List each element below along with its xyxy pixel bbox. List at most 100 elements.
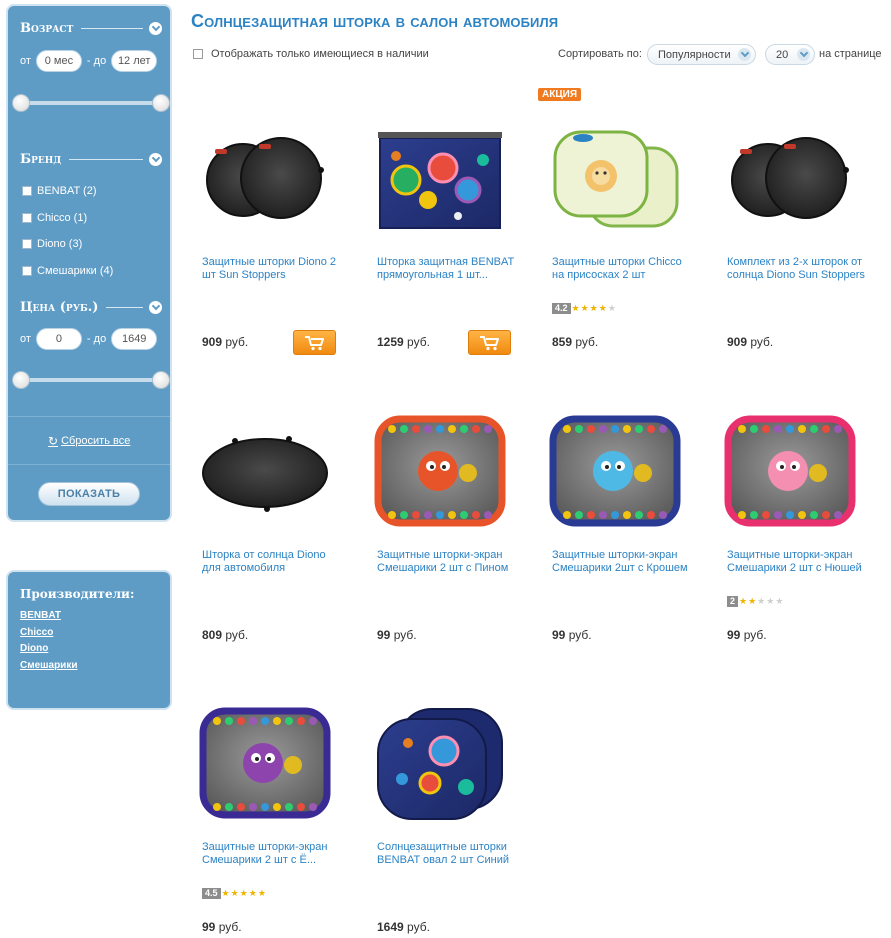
star-icon: ★ — [230, 888, 239, 898]
in-stock-filter[interactable]: Отображать только имеющиеся в наличии — [193, 48, 429, 60]
price-range: от 0 - до 1649 — [20, 328, 162, 350]
brand-filter-header[interactable]: Бренд — [20, 152, 162, 167]
product-price: 1649 руб. — [377, 920, 430, 934]
currency-label: руб. — [225, 628, 249, 642]
add-to-cart-button[interactable] — [468, 330, 511, 355]
chevron-down-icon[interactable] — [149, 301, 162, 314]
currency-label: руб. — [393, 628, 417, 642]
product-card[interactable]: Шторка от солнца Diono для автомобиля 809… — [193, 381, 353, 661]
product-price: 99 руб. — [552, 628, 592, 642]
price-slider-max-handle[interactable] — [152, 371, 170, 389]
price-value: 1649 — [377, 920, 404, 934]
brand-option-smeshariki[interactable]: Смешарики (4) — [22, 258, 113, 285]
age-max-input[interactable]: 12 лет — [111, 50, 158, 72]
product-title-link[interactable]: Защитные шторки-экран Смешарики 2 шт с П… — [377, 549, 519, 575]
price-filter-header[interactable]: Цена (руб.) — [20, 300, 162, 315]
manufacturer-link-chicco[interactable]: Chicco — [20, 627, 78, 644]
age-slider[interactable] — [12, 94, 170, 112]
product-image[interactable] — [368, 703, 513, 821]
brand-option-benbat[interactable]: BENBAT (2) — [22, 178, 113, 205]
product-card[interactable]: Защитные шторки-экран Смешарики 2 шт с Н… — [718, 381, 878, 661]
product-title-link[interactable]: Защитные шторки Chicco на присосках 2 шт — [552, 256, 694, 282]
checkbox[interactable] — [22, 265, 32, 276]
product-image[interactable] — [193, 118, 338, 236]
product-title-link[interactable]: Защитные шторки-экран Смешарики 2шт с Кр… — [552, 549, 694, 575]
chevron-down-icon — [797, 48, 810, 61]
refresh-icon: ↻ — [48, 434, 59, 448]
product-price: 909 руб. — [202, 335, 248, 349]
product-image[interactable] — [543, 411, 688, 529]
checkbox[interactable] — [22, 186, 32, 197]
price-to-label: - до — [86, 333, 107, 345]
per-page-select[interactable]: 20 — [765, 44, 815, 65]
product-title-link[interactable]: Защитные шторки-экран Смешарики 2 шт с Ё… — [202, 841, 344, 867]
checkbox[interactable] — [193, 49, 203, 59]
rating-score: 4.5 — [202, 888, 221, 899]
chevron-down-icon[interactable] — [149, 22, 162, 35]
product-price: 859 руб. — [552, 335, 598, 349]
checkbox[interactable] — [22, 239, 32, 250]
manufacturer-link-benbat[interactable]: BENBAT — [20, 610, 78, 627]
product-image[interactable] — [368, 118, 513, 236]
product-image[interactable] — [718, 118, 863, 236]
product-card[interactable]: Защитные шторки Chicco на присосках 2 шт… — [543, 88, 703, 368]
brand-option-label: BENBAT (2) — [37, 185, 97, 198]
product-image[interactable] — [543, 118, 688, 236]
star-icon: ★ — [257, 888, 266, 898]
brand-option-diono[interactable]: Diono (3) — [22, 231, 113, 258]
currency-label: руб. — [743, 628, 767, 642]
chevron-down-icon[interactable] — [149, 153, 162, 166]
price-slider-min-handle[interactable] — [12, 371, 30, 389]
currency-label: руб. — [750, 335, 774, 349]
manufacturer-link-diono[interactable]: Diono — [20, 643, 78, 660]
manufacturer-link-smeshariki[interactable]: Смешарики — [20, 660, 78, 677]
price-from-label: от — [20, 333, 31, 345]
product-price: 1259 руб. — [377, 335, 430, 349]
product-card[interactable]: Комплект из 2-х шторок от солнца Diono S… — [718, 88, 878, 368]
product-price: 809 руб. — [202, 628, 248, 642]
product-title-link[interactable]: Защитные шторки Diono 2 шт Sun Stoppers — [202, 256, 344, 282]
add-to-cart-button[interactable] — [293, 330, 336, 355]
manufacturers-title: Производители: — [20, 587, 135, 601]
product-title-link[interactable]: Комплект из 2-х шторок от солнца Diono S… — [727, 256, 869, 282]
product-image[interactable] — [193, 411, 338, 529]
sort-select[interactable]: Популярности — [647, 44, 756, 65]
age-slider-max-handle[interactable] — [152, 94, 170, 112]
reset-all-link[interactable]: ↻ Сбросить все — [48, 434, 130, 448]
star-icon: ★ — [739, 596, 748, 606]
show-button[interactable]: ПОКАЗАТЬ — [38, 482, 140, 506]
cart-icon — [479, 335, 499, 350]
product-card[interactable]: Солнцезащитные шторки BENBAT овал 2 шт С… — [368, 673, 528, 938]
price-min-input[interactable]: 0 — [35, 328, 82, 350]
sort-label: Сортировать по: — [558, 48, 642, 60]
divider — [8, 464, 170, 465]
product-title-link[interactable]: Защитные шторки-экран Смешарики 2 шт с Н… — [727, 549, 869, 575]
product-title-link[interactable]: Шторка от солнца Diono для автомобиля — [202, 549, 344, 575]
product-price: 99 руб. — [727, 628, 767, 642]
price-slider[interactable] — [12, 371, 170, 389]
age-slider-min-handle[interactable] — [12, 94, 30, 112]
product-card[interactable]: Защитные шторки-экран Смешарики 2 шт с П… — [368, 381, 528, 661]
product-card[interactable]: Защитные шторки Diono 2 шт Sun Stoppers 9… — [193, 88, 353, 368]
product-card[interactable]: Защитные шторки-экран Смешарики 2 шт с Ё… — [193, 673, 353, 938]
product-rating: 4.5 ★ ★ ★ ★ ★ — [202, 888, 266, 899]
price-value: 909 — [727, 335, 748, 349]
product-card[interactable]: Шторка защитная BENBAT прямоугольная 1 ш… — [368, 88, 528, 368]
per-page-select-value: 20 — [776, 48, 789, 61]
product-image[interactable] — [718, 411, 863, 529]
product-card[interactable]: Защитные шторки-экран Смешарики 2шт с Кр… — [543, 381, 703, 661]
price-max-input[interactable]: 1649 — [111, 328, 158, 350]
brand-list: BENBAT (2) Chicco (1) Diono (3) Смешарик… — [22, 178, 113, 284]
product-title-link[interactable]: Шторка защитная BENBAT прямоугольная 1 ш… — [377, 256, 519, 282]
product-price: 909 руб. — [727, 335, 773, 349]
star-icon: ★ — [748, 596, 757, 606]
product-title-link[interactable]: Солнцезащитные шторки BENBAT овал 2 шт С… — [377, 841, 519, 867]
product-image[interactable] — [193, 703, 338, 821]
age-min-input[interactable]: 0 мес — [35, 50, 82, 72]
age-filter-header[interactable]: Возраст — [20, 21, 162, 36]
price-value: 99 — [552, 628, 566, 642]
checkbox[interactable] — [22, 212, 32, 223]
cart-icon — [304, 335, 324, 350]
brand-option-chicco[interactable]: Chicco (1) — [22, 205, 113, 232]
product-image[interactable] — [368, 411, 513, 529]
